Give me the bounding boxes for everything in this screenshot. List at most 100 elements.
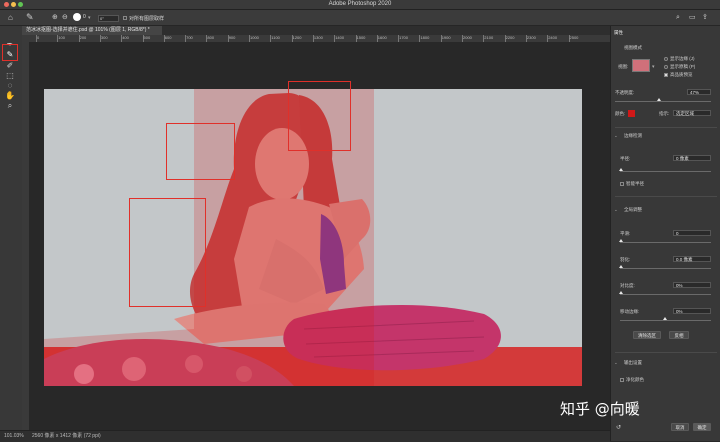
ruler-tick-label: 1000 [250,35,259,40]
zoom-level[interactable]: 101.03% [4,431,24,442]
radius-slider-knob[interactable] [619,168,623,171]
chevron-down-icon[interactable]: ▾ [652,64,655,70]
title-bar: Adobe Photoshop 2020 [0,0,720,10]
smooth-field[interactable]: 0 [673,230,711,236]
ruler-tick-label: 1300 [313,35,323,40]
ruler-tick-label: 1100 [271,35,280,40]
show-edges-radio[interactable] [664,57,668,61]
annotation-box [288,81,351,151]
decontaminate-checkbox[interactable] [620,378,624,382]
smooth-label: 平滑: [620,231,631,236]
ruler-tick-label: 200 [79,35,87,40]
search-icon[interactable]: ⌕ [676,14,680,22]
feather-field[interactable]: 0.0 像素 [673,256,711,262]
feather-label: 羽化: [620,257,631,262]
divider [615,196,717,197]
smart-radius-label: 智能半径 [626,181,644,186]
ruler-tick-label: 2000 [463,35,472,40]
share-icon[interactable]: ⇪ [702,14,708,22]
options-bar: ⌂ ✎ ⊕ ⊖ 0 ▾ 0° 对所有图层取样 ⌕ ▭ ⇪ [0,10,720,26]
chevron-down-icon[interactable]: ▾ [88,15,91,21]
color-label: 颜色: [615,111,626,116]
contrast-slider[interactable] [620,294,711,295]
shift-edge-slider-knob[interactable] [663,317,667,320]
shift-edge-label: 移动边缘: [620,309,640,314]
opacity-slider-knob[interactable] [657,98,661,101]
tab-document[interactable]: 范冰冰抠图-选择并遮住.psd @ 101% (图层 1, RGB/8*) * [22,26,162,35]
chevron-down-icon[interactable]: ⌄ [614,360,618,366]
ruler-tick-label: 1500 [356,35,366,40]
document-tabs: 范冰冰抠图-选择并遮住.psd @ 101% (图层 1, RGB/8*) * [22,26,610,35]
global-refinements-header: 全局调整 [624,207,642,212]
view-thumbnail[interactable] [632,59,650,72]
app-title: Adobe Photoshop 2020 [328,1,392,7]
output-settings-header: 输出设置 [624,360,642,365]
brush-size[interactable]: 0 [83,14,86,20]
sample-all-layers-label: 对所有图层取样 [129,16,165,22]
zoom-icon[interactable]: ⌕ [5,101,15,111]
feather-slider-knob[interactable] [619,265,623,268]
canvas-area[interactable] [29,42,610,430]
reset-icon[interactable]: ↺ [616,424,621,431]
divider [615,352,717,353]
show-original-label: 显示原稿 (P) [670,64,696,69]
add-to-selection-icon[interactable]: ⊕ [52,14,58,22]
smart-radius-checkbox[interactable] [620,182,624,186]
workspace-icon[interactable]: ▭ [689,14,696,22]
annotation-box [129,198,206,307]
tools-panel: ✒ ✎ ✐ ⬚ ◌ ✋ ⌕ [0,26,23,441]
show-original-radio[interactable] [664,65,668,69]
ruler-tick-label: 1800 [420,35,430,40]
ruler-tick-label: 2400 [548,35,558,40]
radius-slider[interactable] [620,171,711,172]
high-quality-label: 高品质预览 [670,72,693,77]
sample-all-layers-checkbox[interactable] [123,16,127,20]
object-selection-icon[interactable]: ⬚ [5,71,15,81]
hand-icon[interactable]: ✋ [5,91,15,101]
ruler-tick-label: 1600 [377,35,387,40]
brush-preview-icon[interactable] [73,13,81,21]
decontaminate-label: 净化颜色 [626,377,644,382]
feather-slider[interactable] [620,268,711,269]
high-quality-checkbox[interactable] [664,73,668,77]
contrast-field[interactable]: 0% [673,282,711,288]
status-bar: 101.03% 2560 像素 x 1412 像素 (72 ppi) [0,430,610,442]
invert-button[interactable]: 反相 [669,331,689,339]
divider [615,127,717,128]
shift-edge-slider[interactable] [620,320,711,321]
lasso-icon[interactable]: ◌ [5,81,15,91]
ruler-tick-label: 900 [228,35,236,40]
panel-header: 属性 [614,30,623,35]
edge-detection-header: 边缘检测 [624,133,642,138]
chevron-down-icon[interactable]: ⌄ [614,207,618,213]
color-swatch[interactable] [628,110,635,117]
subtract-from-selection-icon[interactable]: ⊖ [62,14,68,22]
ruler-tick-label: 2300 [526,35,536,40]
smooth-slider-knob[interactable] [619,239,623,242]
opacity-label: 不透明度: [615,90,635,95]
smooth-slider[interactable] [620,242,711,243]
ruler-tick-label: 2500 [569,35,579,40]
indicates-select[interactable]: 选定区域 [673,110,711,116]
properties-panel: 属性 视图模式 视图: ▾ 显示边缘 (J) 显示原稿 (P) 高品质预览 不透… [610,26,720,441]
ruler-tick-label: 2200 [505,35,515,40]
cancel-button[interactable]: 取消 [671,423,689,431]
clear-selection-button[interactable]: 清除选区 [633,331,661,339]
contrast-label: 对比度: [620,283,635,288]
contrast-slider-knob[interactable] [619,291,623,294]
opacity-slider[interactable] [615,101,711,102]
tab-document-label: 范冰冰抠图-选择并遮住.psd @ 101% (图层 1, RGB/8*) * [26,27,150,33]
radius-field[interactable]: 0 像素 [673,155,711,161]
opacity-field[interactable]: 47% [687,89,711,95]
chevron-down-icon[interactable]: ⌄ [614,133,618,139]
home-icon[interactable]: ⌂ [8,14,13,22]
ruler-tick-label: 300 [100,35,108,40]
ruler-tick-label: 1700 [399,35,408,40]
shift-edge-field[interactable]: 0% [673,308,711,314]
ok-button[interactable]: 确定 [693,423,711,431]
annotation-box [166,123,235,180]
brush-icon[interactable]: ✐ [5,61,15,71]
brush-tool-icon[interactable]: ✎ [26,13,34,22]
ruler-tick-label: 400 [122,35,129,40]
angle-field[interactable]: 0° [98,15,119,22]
